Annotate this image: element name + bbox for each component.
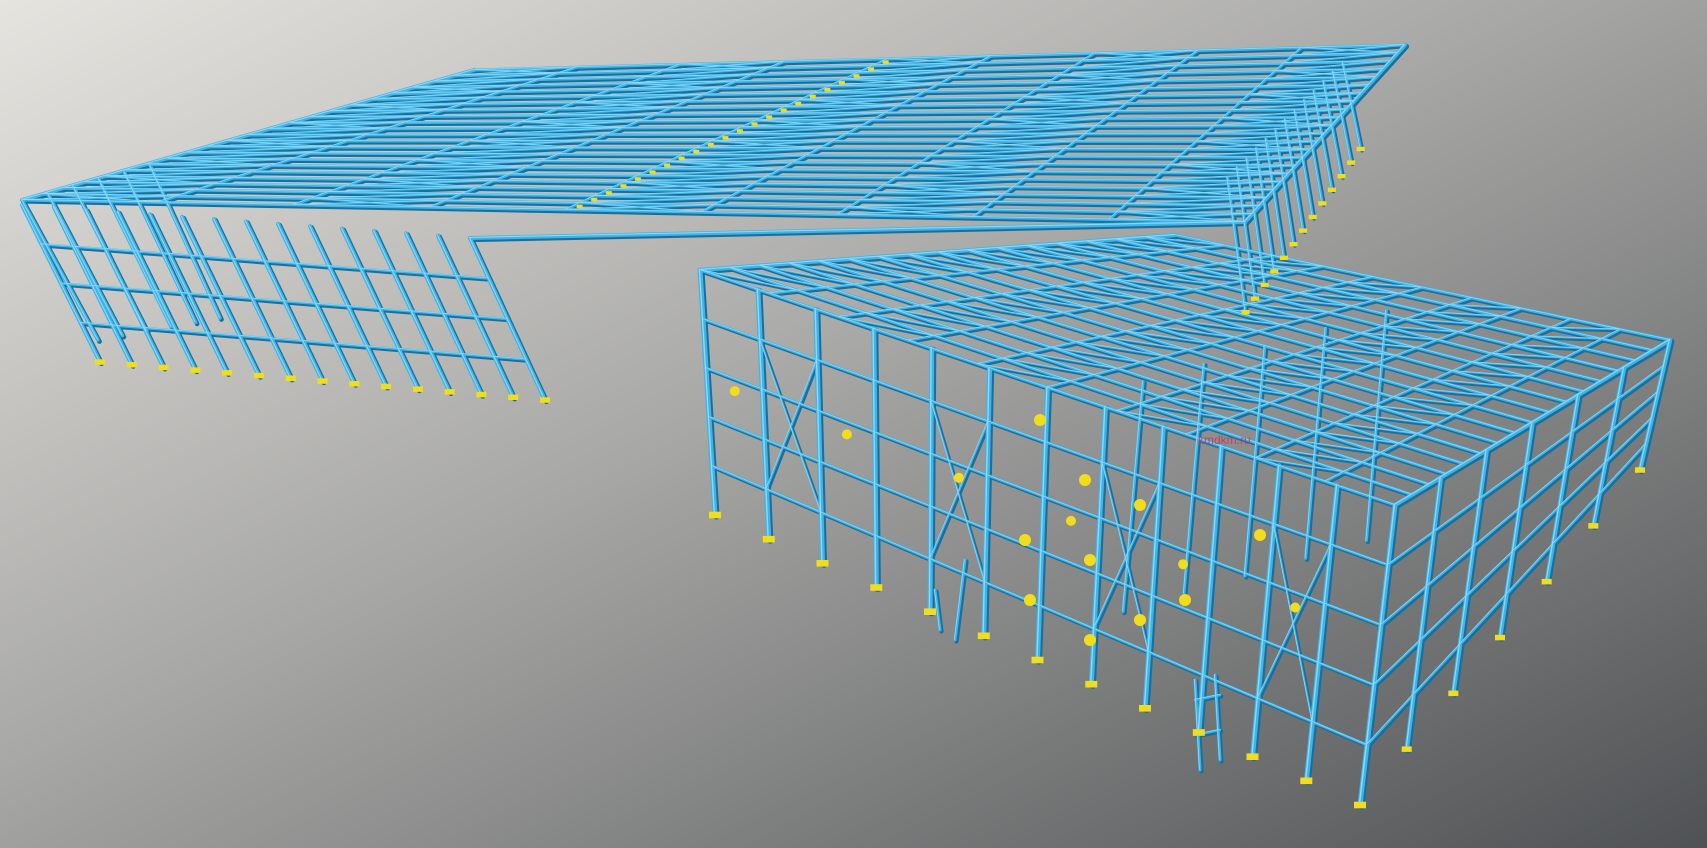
column-base-plate — [381, 383, 392, 390]
connection-node — [1290, 602, 1301, 613]
column-base-plate — [349, 381, 360, 387]
connection-node — [1179, 594, 1191, 606]
column-base-plate — [1588, 523, 1599, 529]
column-base-plate — [476, 391, 487, 398]
connection-node — [1066, 515, 1076, 526]
column-base-plate — [444, 389, 455, 395]
connection-node — [1034, 414, 1046, 426]
roof-a-node-plate — [605, 191, 612, 195]
column-base-plate — [1246, 753, 1259, 760]
column-base-plate — [924, 608, 936, 615]
column-base-plate — [1308, 214, 1317, 220]
roof-a-node-plate — [576, 204, 583, 209]
roof-a-node-plate — [809, 94, 816, 99]
connection-node — [729, 386, 740, 397]
column-base-plate — [1401, 746, 1412, 752]
roof-a-node-plate — [591, 197, 598, 202]
roof-a-node-plate — [868, 67, 875, 71]
roof-a-rafter-highlight — [226, 139, 1318, 142]
connection-node — [1019, 534, 1031, 546]
roof-a-node-plate — [707, 143, 714, 147]
column-base-plate — [285, 375, 296, 381]
column-base-plate — [95, 359, 105, 365]
column-base-plate — [1356, 146, 1365, 152]
column-base-plate — [816, 560, 829, 567]
column-base-plate — [1270, 269, 1279, 274]
column-base-plate — [412, 386, 423, 392]
column-base-plate — [253, 372, 264, 379]
column-base-plate — [1260, 282, 1269, 288]
column-base-plate — [1031, 656, 1044, 664]
roof-a-node-plate — [751, 122, 758, 126]
column-base-plate — [1139, 705, 1151, 712]
column-base-plate — [1241, 310, 1250, 315]
column-base-plate — [1299, 228, 1308, 233]
connection-node — [1134, 614, 1146, 626]
roof-a-node-plate — [722, 136, 729, 140]
column-base-plate — [317, 378, 328, 384]
column-base-plate — [1289, 242, 1298, 247]
column-base-plate — [1300, 777, 1313, 785]
column-base-plate — [222, 370, 233, 376]
column-base-plate — [1448, 690, 1459, 697]
connection-node — [1254, 529, 1266, 541]
roof-a-node-plate — [853, 74, 860, 78]
column-base-plate — [1337, 174, 1346, 179]
steel-frame-render — [0, 0, 1707, 848]
column-base-plate — [1355, 802, 1365, 808]
column-base-plate — [1251, 296, 1260, 301]
column-base-plate — [709, 511, 721, 519]
column-base-plate — [1085, 680, 1098, 688]
connection-node — [1178, 559, 1189, 570]
column-base-plate — [1541, 578, 1552, 585]
column-base-plate — [1279, 255, 1288, 260]
column-base-plate — [1327, 187, 1336, 192]
roof-a-node-plate — [620, 184, 627, 188]
connection-node — [841, 429, 852, 440]
roof-a-node-plate — [882, 60, 889, 64]
connection-node — [1134, 499, 1146, 511]
connection-node — [1084, 634, 1096, 646]
column-base-plate — [1318, 201, 1327, 206]
roof-a-node-plate — [736, 129, 743, 133]
column-base-plate — [508, 394, 519, 400]
roof-a-node-plate — [649, 170, 656, 174]
column-base-plate — [1635, 467, 1645, 473]
column-base-plate — [158, 364, 169, 371]
connection-node — [1084, 554, 1096, 566]
roof-a-node-plate — [693, 149, 700, 154]
column-base-plate — [126, 362, 137, 368]
roof-a-node-plate — [634, 177, 641, 181]
column-base-plate — [1192, 729, 1205, 736]
roof-a-node-plate — [678, 156, 685, 160]
column-base-plate — [1495, 634, 1505, 641]
roof-a-node-plate — [795, 101, 802, 106]
column-base-plate — [190, 367, 201, 373]
column-base-plate — [762, 535, 775, 543]
roof-a-node-plate — [780, 108, 787, 112]
column-base-plate — [977, 632, 990, 640]
roof-a-node-plate — [838, 81, 845, 85]
roof-a-node-plate — [664, 163, 671, 167]
roof-a-node-plate — [766, 115, 773, 119]
connection-node — [1024, 594, 1036, 606]
roof-a-node-plate — [824, 88, 831, 92]
column-base-plate — [1347, 160, 1356, 165]
connection-node — [1079, 474, 1091, 486]
column-base-plate — [870, 584, 883, 591]
model-viewport[interactable]: kmdkm.ru — [0, 0, 1707, 848]
column-base-plate — [540, 397, 550, 403]
connection-node — [953, 472, 964, 483]
